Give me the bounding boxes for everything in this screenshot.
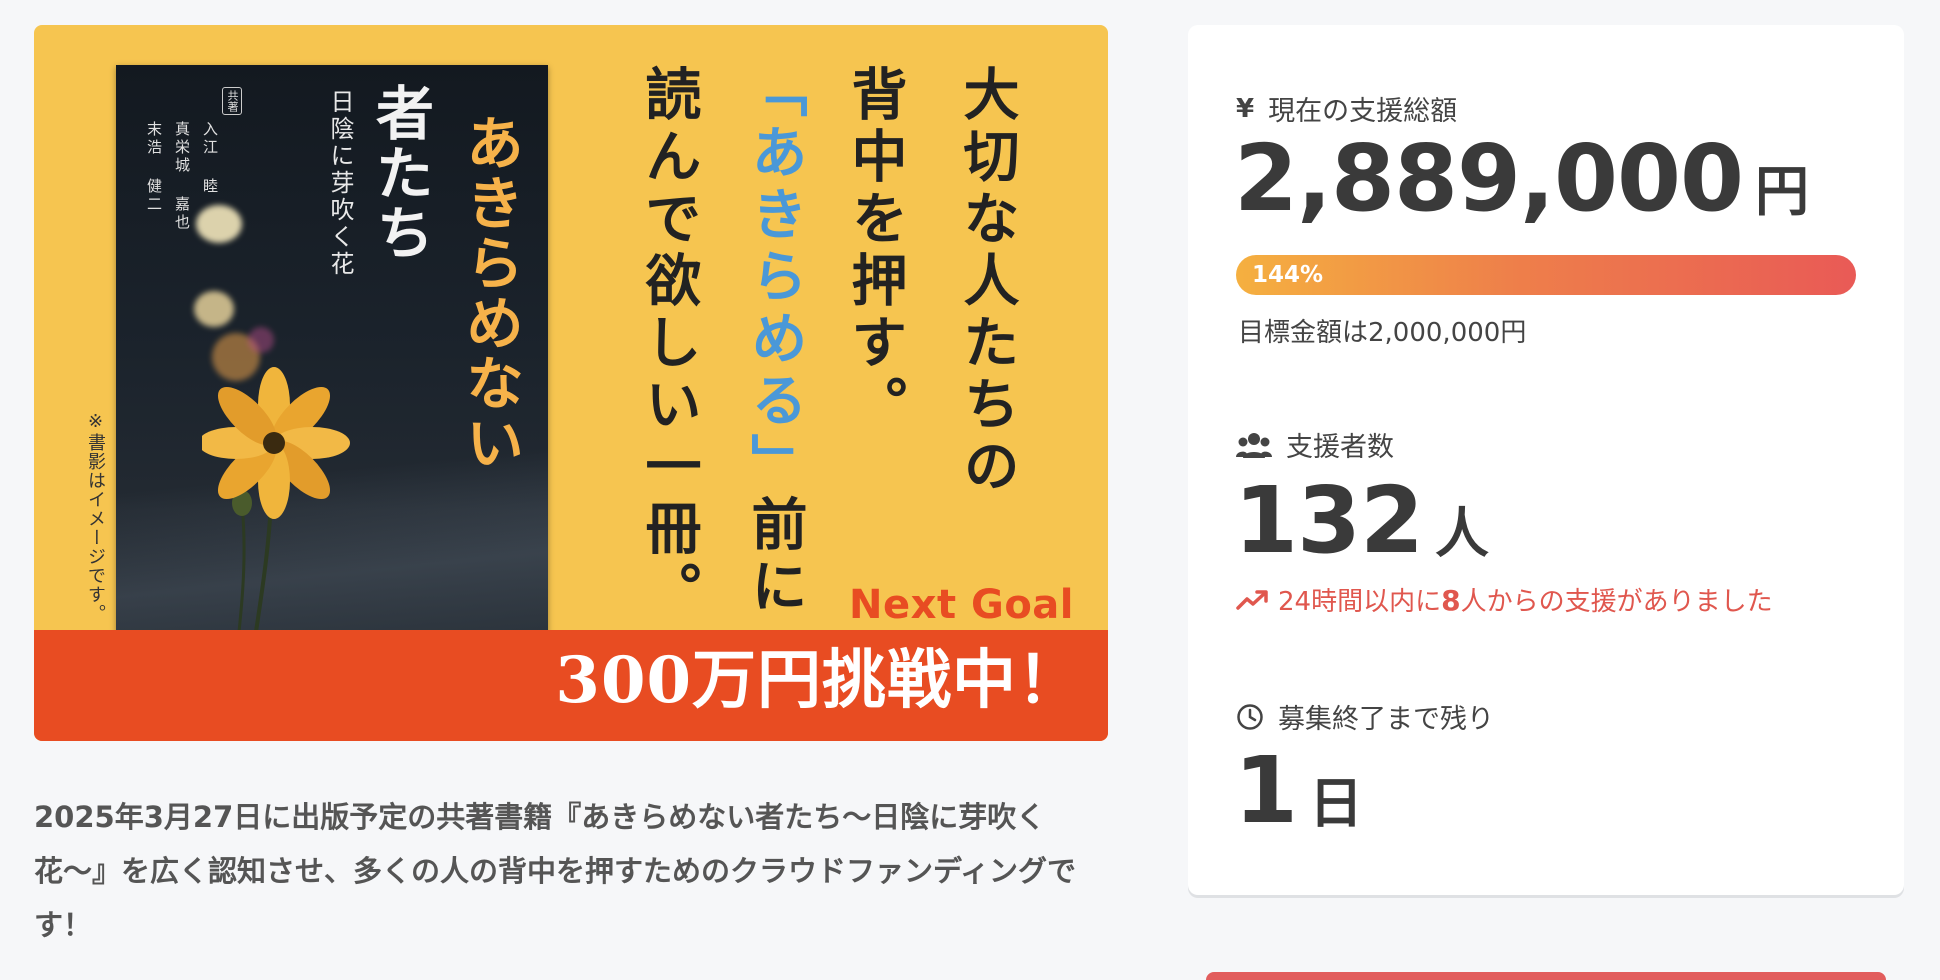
bokeh-light xyxy=(196,205,242,243)
recent-support-text: 24時間以内に8人からの支援がありました xyxy=(1278,581,1773,618)
total-amount-unit: 円 xyxy=(1755,160,1809,223)
support-button[interactable] xyxy=(1206,972,1886,980)
total-amount: 2,889,000 円 xyxy=(1234,125,1809,232)
supporters-label-text: 支援者数 xyxy=(1286,432,1394,463)
total-amount-label: ¥ 現在の支援総額 xyxy=(1236,89,1457,128)
bokeh-light xyxy=(194,291,234,327)
supporters-count: 132 人 xyxy=(1234,467,1489,574)
project-hero-image: あきらめない 者たち 日陰に芽吹く花 共著 入江 睦 真栄城 嘉也 末浩 健二 … xyxy=(34,25,1108,741)
cover-image-note: ※書影はイメージです。 xyxy=(85,411,106,623)
supporters-count-value: 132 xyxy=(1234,467,1424,574)
headline-accent: 「あきらめる」 xyxy=(742,61,808,495)
bokeh-light xyxy=(248,327,274,353)
clock-icon xyxy=(1236,703,1264,731)
remaining-time-label-text: 募集終了まで残り xyxy=(1278,704,1494,735)
book-cover: あきらめない 者たち 日陰に芽吹く花 共著 入江 睦 真栄城 嘉也 末浩 健二 xyxy=(116,65,548,701)
remaining-days-unit: 日 xyxy=(1309,772,1364,835)
supporters-label: 支援者数 xyxy=(1236,425,1394,464)
recent-prefix: 24時間以内に xyxy=(1278,587,1442,617)
progress-percent: 144% xyxy=(1252,262,1324,288)
headline-line-4: 読んで欲しい一冊。 xyxy=(636,65,702,623)
recent-suffix: 人からの支援がありました xyxy=(1460,587,1773,617)
total-amount-label-text: 現在の支援総額 xyxy=(1268,96,1458,127)
remaining-days: 1 日 xyxy=(1234,737,1363,844)
cover-title-sub: 者たち xyxy=(366,83,434,263)
goal-amount-text: 目標金額は2,000,000円 xyxy=(1238,318,1527,348)
cover-author: 末浩 健二 xyxy=(145,121,163,214)
headline-line-2: 背中を押す。 xyxy=(842,65,908,437)
headline-line-1: 大切な人たちの xyxy=(954,65,1020,499)
next-goal-label: Next Goal xyxy=(849,582,1074,628)
remaining-time-label: 募集終了まで残り xyxy=(1236,697,1494,736)
funding-stats-card: ¥ 現在の支援総額 2,889,000 円 144% 目標金額は2,000,00… xyxy=(1188,25,1904,895)
cover-subtitle: 日陰に芽吹く花 xyxy=(326,89,354,278)
recent-count: 8 xyxy=(1441,584,1461,617)
headline-line-3: 「あきらめる」前に xyxy=(741,61,808,619)
headline-line-3-rest: 前に xyxy=(742,495,808,619)
cover-title-main: あきらめない xyxy=(456,113,524,473)
cover-author: 真栄城 嘉也 xyxy=(173,121,191,232)
users-icon xyxy=(1236,431,1272,459)
funding-progress-bar: 144% xyxy=(1236,255,1856,295)
goal-band: 300万円挑戦中！ xyxy=(34,630,1108,741)
supporters-count-unit: 人 xyxy=(1435,502,1490,565)
project-description: 2025年3月27日に出版予定の共著書籍『あきらめない者たち〜日陰に芽吹く花〜』… xyxy=(34,800,1076,942)
cover-authors-label: 共著 xyxy=(222,87,242,115)
recent-support-notice: 24時間以内に8人からの支援がありました xyxy=(1236,581,1773,618)
total-amount-value: 2,889,000 xyxy=(1234,125,1744,232)
trending-up-icon xyxy=(1236,589,1268,611)
yen-icon: ¥ xyxy=(1236,93,1255,124)
goal-band-text: 300万円挑戦中！ xyxy=(555,643,1082,718)
cover-author: 入江 睦 xyxy=(201,121,219,196)
remaining-days-value: 1 xyxy=(1234,737,1298,844)
